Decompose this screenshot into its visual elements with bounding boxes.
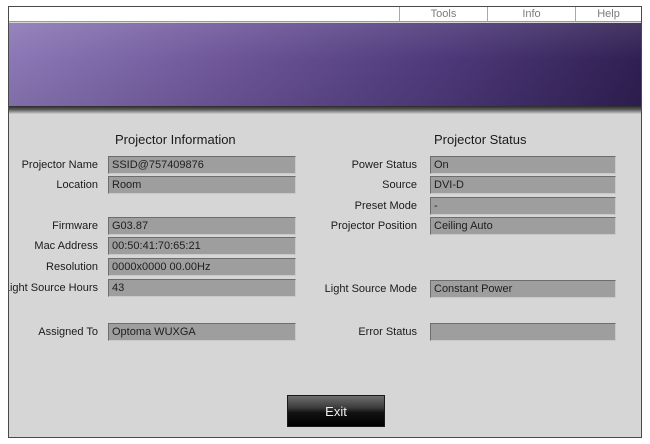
header-separator [9,106,641,114]
top-menu-bar: Tools Info Help [9,7,641,22]
preset-mode-label: Preset Mode [354,200,417,212]
assigned-to-field: Optoma WUXGA [108,323,296,341]
mac-address-label: Mac Address [34,240,98,252]
error-status-field [430,323,616,341]
exit-button[interactable]: Exit [287,395,385,427]
light-source-mode-field: Constant Power [430,280,616,298]
location-label: Location [56,179,98,191]
location-field[interactable]: Room [108,176,296,194]
error-status-label: Error Status [358,326,417,338]
projector-position-label: Projector Position [330,220,417,232]
projector-information-title: Projector Information [115,132,236,147]
firmware-field: G03.87 [108,217,296,235]
resolution-label: Resolution [46,261,98,273]
projector-web-panel: Tools Info Help Projector Information Pr… [8,6,642,438]
light-source-mode-label: Light Source Mode [324,283,417,295]
projector-status-title: Projector Status [434,132,527,147]
source-label: Source [382,179,417,191]
assigned-to-label: Assigned To [38,326,98,338]
mac-address-field: 00:50:41:70:65:21 [108,237,296,255]
power-status-field: On [430,156,616,174]
projector-name-label: Projector Name [21,159,98,171]
menu-help[interactable]: Help [575,7,641,22]
preset-mode-field: - [430,197,616,215]
light-source-hours-label: Light Source Hours [8,282,98,294]
menu-tools[interactable]: Tools [399,7,487,22]
power-status-label: Power Status [351,159,417,171]
firmware-label: Firmware [52,220,98,232]
menu-info[interactable]: Info [487,7,575,22]
source-field: DVI-D [430,176,616,194]
projector-position-field: Ceiling Auto [430,217,616,235]
light-source-hours-field: 43 [108,279,296,297]
projector-name-field[interactable]: SSID@757409876 [108,156,296,174]
resolution-field: 0000x0000 00.00Hz [108,258,296,276]
header-banner [9,23,641,106]
